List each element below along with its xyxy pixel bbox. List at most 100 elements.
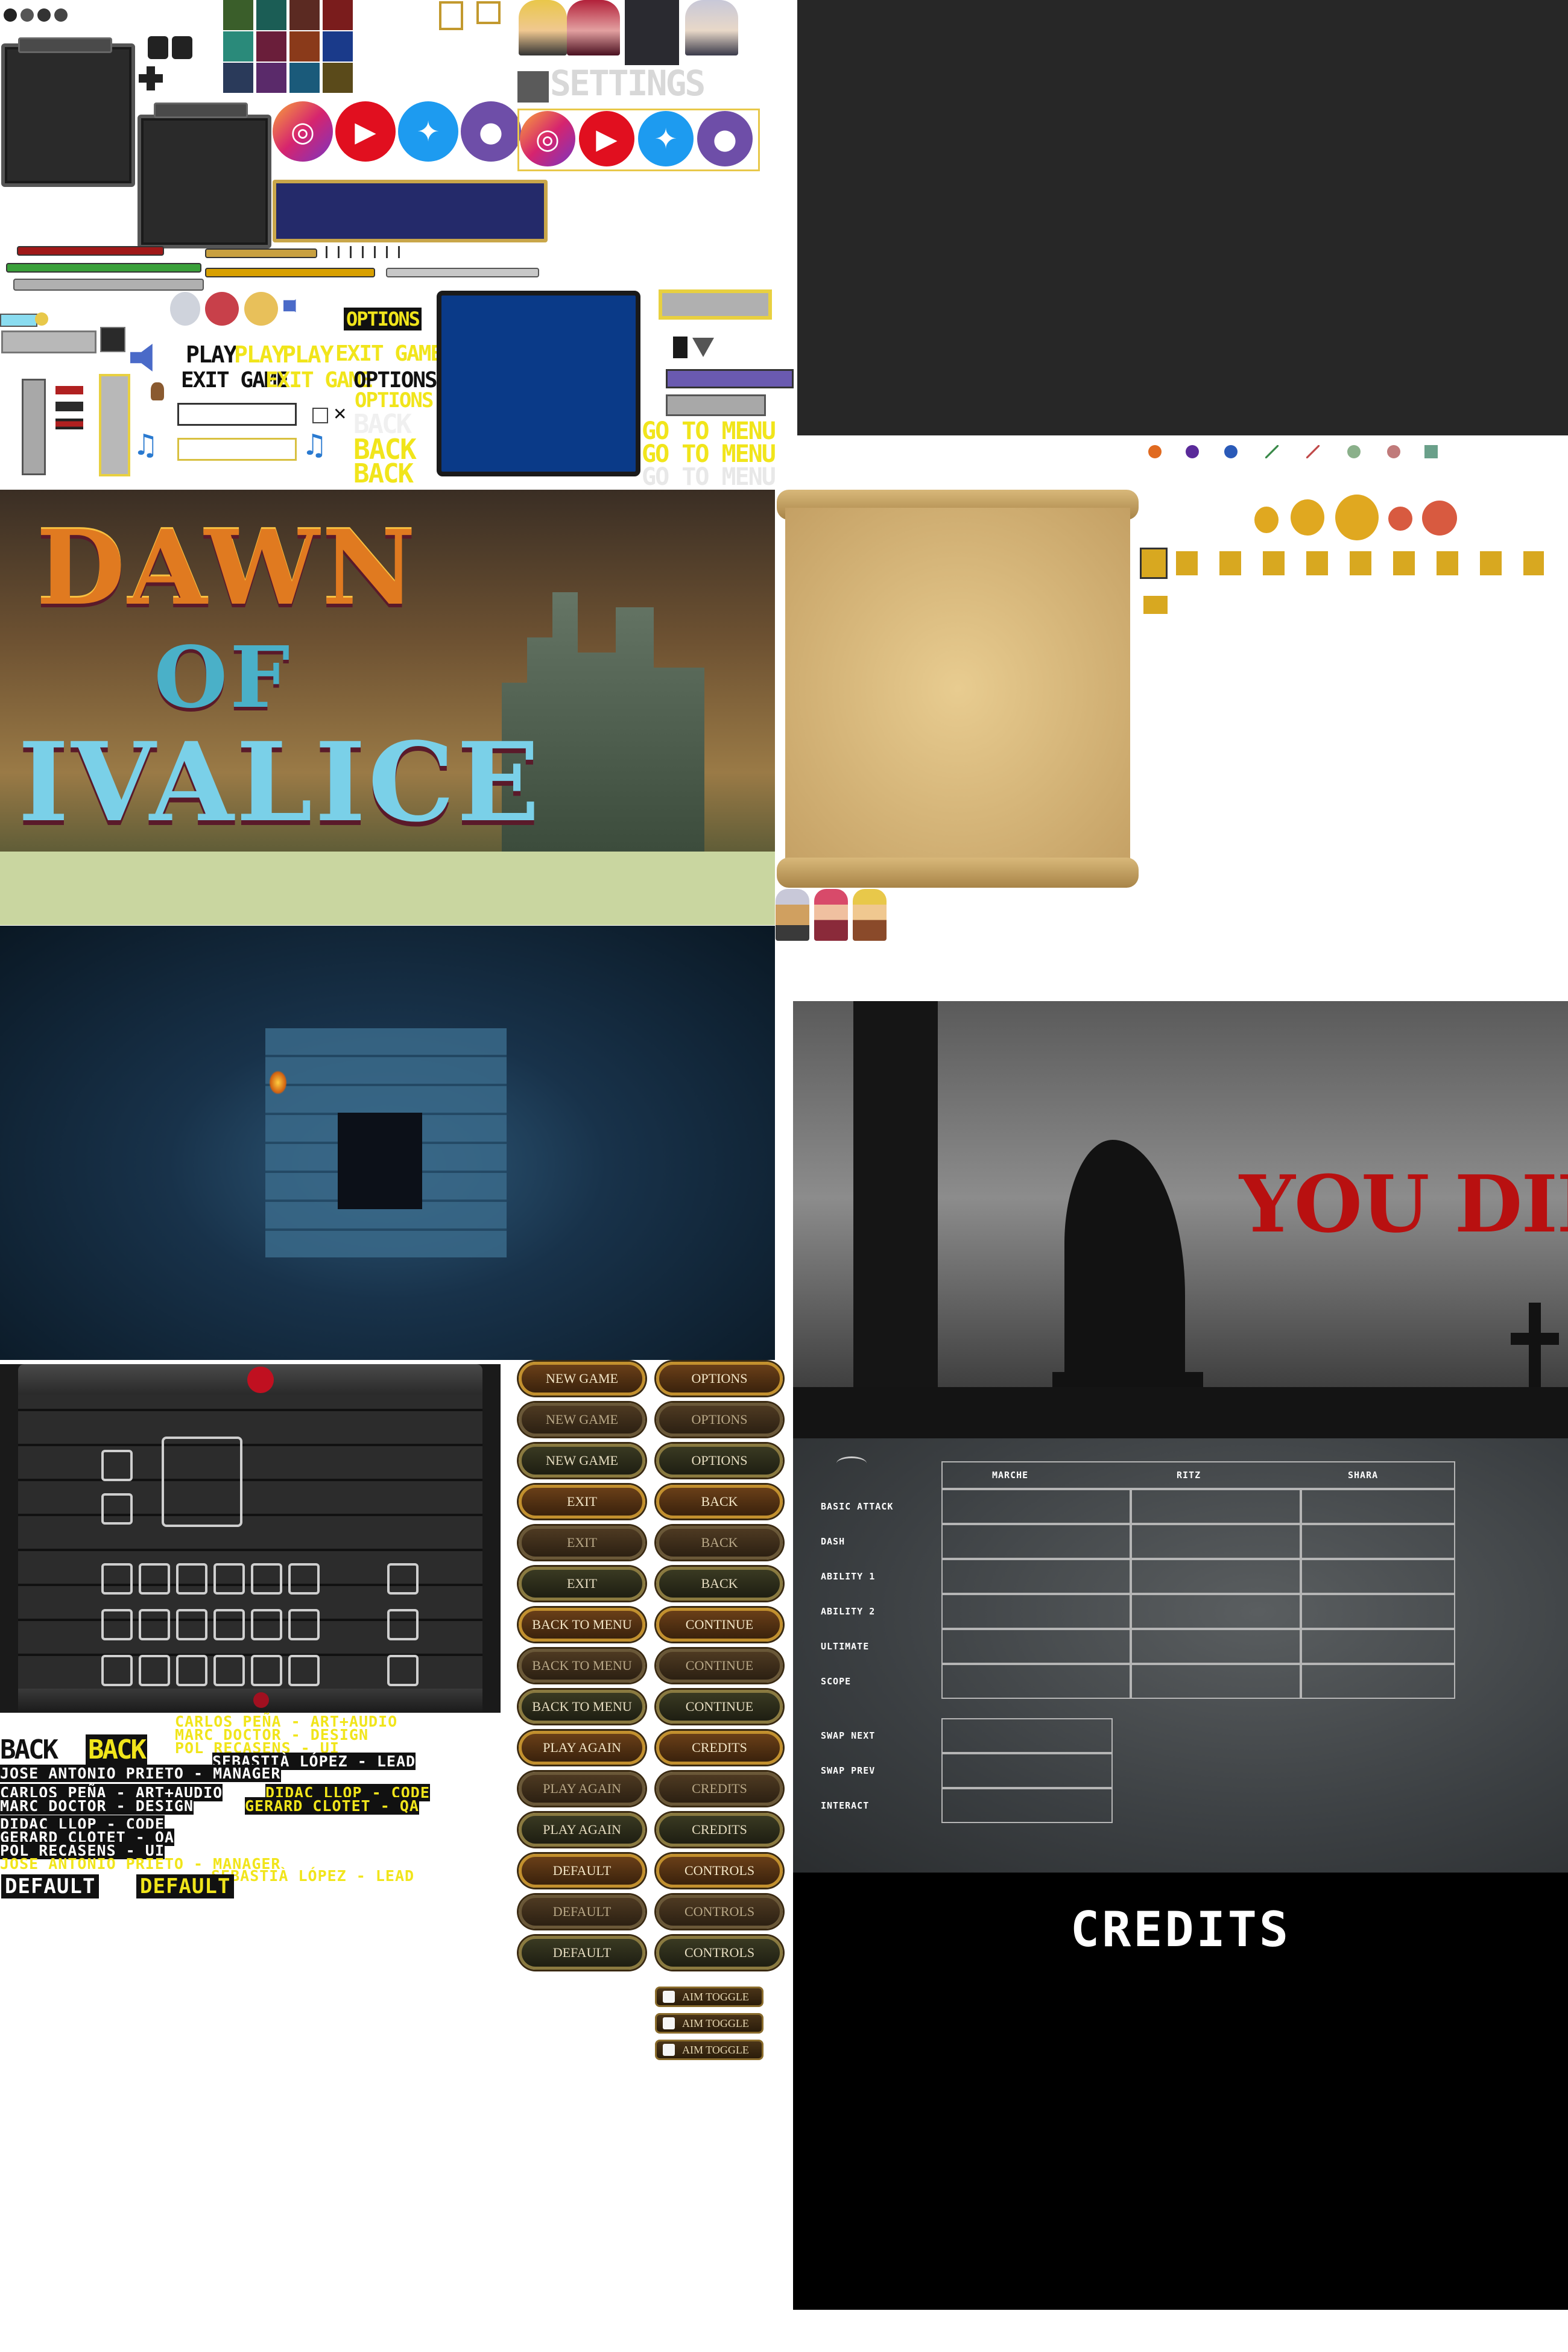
controls-binding-cell[interactable]: [1301, 1629, 1455, 1664]
controls-binding-cell[interactable]: [941, 1753, 1113, 1788]
exit-button[interactable]: EXIT: [519, 1485, 645, 1519]
aim-toggle-checkbox[interactable]: AIM TOGGLE: [655, 1987, 763, 2007]
controls-binding-cell[interactable]: [941, 1788, 1113, 1823]
github-icon[interactable]: ●: [697, 111, 753, 166]
ability-icon: [256, 31, 286, 62]
inventory-slot[interactable]: [387, 1655, 419, 1686]
text-input-empty[interactable]: [177, 403, 297, 426]
play-again-button[interactable]: PLAY AGAIN: [519, 1813, 645, 1847]
checkbox-empty[interactable]: [312, 408, 328, 423]
back-button[interactable]: BACK: [656, 1567, 783, 1601]
controls-binding-cell[interactable]: [941, 1524, 1131, 1559]
inventory-slot[interactable]: [101, 1450, 133, 1481]
options-button[interactable]: OPTIONS: [656, 1403, 783, 1437]
controls-button[interactable]: CONTROLS: [656, 1936, 783, 1970]
controls-binding-cell[interactable]: [1131, 1489, 1301, 1524]
slider-knob-dark[interactable]: [55, 402, 83, 411]
inventory-slot[interactable]: [213, 1563, 245, 1595]
controls-binding-cell[interactable]: [1131, 1629, 1301, 1664]
controls-binding-cell[interactable]: [941, 1664, 1131, 1699]
credits-button[interactable]: CREDITS: [656, 1813, 783, 1847]
inventory-slot[interactable]: [288, 1609, 320, 1640]
exit-button[interactable]: EXIT: [519, 1567, 645, 1601]
continue-button[interactable]: CONTINUE: [656, 1608, 783, 1642]
aim-toggle-checkbox[interactable]: AIM TOGGLE: [655, 2040, 763, 2060]
inventory-slot[interactable]: [176, 1655, 207, 1686]
controls-binding-cell[interactable]: [1301, 1664, 1455, 1699]
close-x-icon[interactable]: ✕: [333, 404, 347, 424]
controls-binding-cell[interactable]: [941, 1718, 1113, 1753]
inventory-slot[interactable]: [101, 1563, 133, 1595]
item-sprites: [1140, 439, 1562, 626]
back-button[interactable]: BACK: [656, 1485, 783, 1519]
back-to-menu-button[interactable]: BACK TO MENU: [519, 1690, 645, 1724]
options-button[interactable]: OPTIONS: [656, 1444, 783, 1478]
default-button[interactable]: DEFAULT: [519, 1895, 645, 1929]
youtube-icon[interactable]: ▶: [579, 111, 634, 166]
controls-binding-cell[interactable]: [941, 1489, 1131, 1524]
credits-button[interactable]: CREDITS: [656, 1731, 783, 1765]
inventory-slot[interactable]: [101, 1655, 133, 1686]
controls-button[interactable]: CONTROLS: [656, 1854, 783, 1888]
instagram-icon[interactable]: ◎: [273, 101, 333, 162]
controls-binding-cell[interactable]: [1131, 1559, 1301, 1594]
continue-button[interactable]: CONTINUE: [656, 1649, 783, 1683]
options-button[interactable]: OPTIONS: [656, 1362, 783, 1396]
aim-toggle-checkbox[interactable]: AIM TOGGLE: [655, 2013, 763, 2034]
controls-binding-cell[interactable]: [1301, 1524, 1455, 1559]
back-to-menu-button[interactable]: BACK TO MENU: [519, 1608, 645, 1642]
controls-binding-cell[interactable]: [1131, 1594, 1301, 1629]
controls-button[interactable]: CONTROLS: [656, 1895, 783, 1929]
vertical-slider-gold[interactable]: [99, 374, 130, 476]
inventory-slot[interactable]: [251, 1609, 282, 1640]
default-button[interactable]: DEFAULT: [519, 1854, 645, 1888]
new-game-button[interactable]: NEW GAME: [519, 1444, 645, 1478]
controls-binding-cell[interactable]: [941, 1629, 1131, 1664]
inventory-slot[interactable]: [176, 1609, 207, 1640]
inventory-slot[interactable]: [139, 1563, 170, 1595]
controls-binding-cell[interactable]: [1301, 1594, 1455, 1629]
dark-doorway: [338, 1113, 422, 1209]
controls-binding-cell[interactable]: [941, 1559, 1131, 1594]
inventory-slot[interactable]: [139, 1609, 170, 1640]
inventory-slot[interactable]: [139, 1655, 170, 1686]
inventory-slot[interactable]: [176, 1563, 207, 1595]
inventory-slot[interactable]: [213, 1609, 245, 1640]
play-again-button[interactable]: PLAY AGAIN: [519, 1731, 645, 1765]
default-button[interactable]: DEFAULT: [519, 1936, 645, 1970]
youtube-icon[interactable]: ▶: [335, 101, 396, 162]
controls-binding-cell[interactable]: [941, 1594, 1131, 1629]
controls-binding-cell[interactable]: [1301, 1489, 1455, 1524]
play-again-button[interactable]: PLAY AGAIN: [519, 1772, 645, 1806]
slider-knob-stripe[interactable]: [55, 419, 83, 429]
inventory-slot[interactable]: [251, 1563, 282, 1595]
equipped-slot-large[interactable]: [162, 1437, 242, 1527]
new-game-button[interactable]: NEW GAME: [519, 1362, 645, 1396]
inventory-slot[interactable]: [387, 1609, 419, 1640]
back-to-menu-button[interactable]: BACK TO MENU: [519, 1649, 645, 1683]
inventory-slot[interactable]: [213, 1655, 245, 1686]
text-input-gold[interactable]: [177, 438, 297, 461]
inventory-slot[interactable]: [251, 1655, 282, 1686]
new-game-button[interactable]: NEW GAME: [519, 1403, 645, 1437]
controls-binding-cell[interactable]: [1131, 1524, 1301, 1559]
inventory-slot[interactable]: [387, 1563, 419, 1595]
credits-title: CREDITS: [1070, 1902, 1291, 1958]
inventory-slot[interactable]: [288, 1655, 320, 1686]
twitter-icon[interactable]: ✦: [638, 111, 694, 166]
instagram-icon[interactable]: ◎: [520, 111, 575, 166]
controls-binding-cell[interactable]: [1131, 1664, 1301, 1699]
back-button[interactable]: BACK: [656, 1526, 783, 1560]
grey-button-gold-frame[interactable]: [659, 289, 772, 320]
inventory-slot[interactable]: [101, 1609, 133, 1640]
inventory-slot[interactable]: [101, 1493, 133, 1525]
vertical-slider-track[interactable]: [22, 379, 46, 475]
exit-button[interactable]: EXIT: [519, 1526, 645, 1560]
github-icon[interactable]: ●: [461, 101, 521, 162]
continue-button[interactable]: CONTINUE: [656, 1690, 783, 1724]
controls-binding-cell[interactable]: [1301, 1559, 1455, 1594]
slider-knob-red[interactable]: [55, 386, 83, 394]
twitter-icon[interactable]: ✦: [398, 101, 458, 162]
credits-button[interactable]: CREDITS: [656, 1772, 783, 1806]
inventory-slot[interactable]: [288, 1563, 320, 1595]
